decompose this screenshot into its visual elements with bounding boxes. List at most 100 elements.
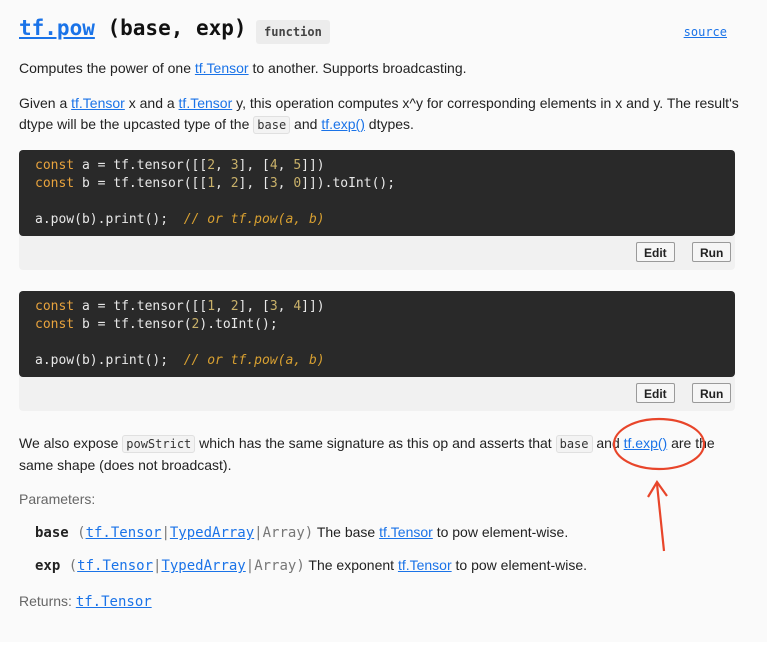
- code-token: ], [: [238, 299, 270, 314]
- code-token: 2: [207, 158, 216, 173]
- text: and: [592, 435, 624, 451]
- code-editor[interactable]: const a = tf.tensor([[2, 3], [4, 5]]) co…: [19, 150, 735, 236]
- param-desc: to pow element-wise.: [432, 524, 569, 540]
- code-example: const a = tf.tensor([[2, 3], [4, 5]]) co…: [19, 150, 735, 270]
- tensor-link[interactable]: tf.Tensor: [379, 524, 433, 540]
- param-desc: The base: [313, 524, 380, 540]
- code-token: a.pow(b).print();: [35, 353, 184, 368]
- code-token: const: [35, 299, 75, 314]
- function-title: tf.pow (base, exp): [19, 16, 247, 40]
- param-desc: The exponent: [304, 557, 398, 573]
- type-name: Array: [262, 525, 305, 541]
- code-token: ,: [277, 176, 294, 191]
- code-token: b = tf.tensor(: [74, 317, 192, 332]
- param-desc: to pow element-wise.: [451, 557, 588, 573]
- code-actions: Edit Run: [19, 236, 735, 270]
- tensor-link[interactable]: tf.Tensor: [179, 95, 233, 111]
- text: We also expose: [19, 435, 123, 451]
- type-link[interactable]: tf.Tensor: [77, 558, 153, 574]
- doc-page: tf.pow (base, exp) function source Compu…: [0, 0, 767, 642]
- text: which has the same signature as this op …: [195, 435, 556, 451]
- tensor-link[interactable]: tf.Tensor: [71, 95, 125, 111]
- code-token: 0: [293, 176, 302, 191]
- code-token: ], [: [238, 176, 270, 191]
- code-token: ,: [277, 299, 294, 314]
- code-editor[interactable]: const a = tf.tensor([[1, 2], [3, 4]]) co…: [19, 291, 735, 377]
- text: to another. Supports broadcasting.: [248, 60, 467, 76]
- text: Given a: [19, 95, 72, 111]
- type-link[interactable]: tf.Tensor: [86, 525, 162, 541]
- code-token: 3: [230, 158, 239, 173]
- function-header: tf.pow (base, exp) function source: [19, 16, 735, 46]
- exp-link[interactable]: tf.exp(): [624, 435, 668, 451]
- tensor-link[interactable]: tf.Tensor: [398, 557, 452, 573]
- returns-label: Returns:: [19, 593, 76, 609]
- detail-paragraph: Given a tf.Tensor x and a tf.Tensor y, t…: [19, 93, 744, 136]
- type-link[interactable]: TypedArray: [170, 525, 254, 541]
- type-name: Array: [254, 558, 297, 574]
- code-token: ,: [277, 158, 294, 173]
- return-type-link[interactable]: tf.Tensor: [76, 594, 152, 610]
- edit-button[interactable]: Edit: [636, 383, 675, 403]
- type-punct: |: [254, 525, 263, 541]
- code-token: ], [: [238, 158, 270, 173]
- code-comment: // or tf.pow(a, b): [183, 212, 325, 227]
- code-token: const: [35, 317, 75, 332]
- description-paragraph: Computes the power of one tf.Tensor to a…: [19, 58, 744, 79]
- code-token: 2: [230, 299, 239, 314]
- source-link[interactable]: source: [684, 25, 727, 39]
- parameter-row: exp (tf.Tensor|TypedArray|Array) The exp…: [35, 555, 735, 577]
- code-actions: Edit Run: [19, 377, 735, 411]
- type-punct: ): [304, 525, 314, 541]
- tensor-link[interactable]: tf.Tensor: [195, 60, 249, 76]
- text: and: [290, 116, 322, 132]
- run-button[interactable]: Run: [692, 242, 732, 262]
- code-token: ,: [215, 158, 231, 173]
- code-token: 2: [230, 176, 239, 191]
- function-signature: (base, exp): [94, 16, 247, 40]
- code-token: ]]): [301, 158, 325, 173]
- inline-code: base: [555, 435, 593, 453]
- parameters-heading: Parameters:: [19, 491, 96, 507]
- code-token: ,: [215, 176, 231, 191]
- exp-link[interactable]: tf.exp(): [321, 116, 365, 132]
- code-token: ]]).toInt();: [301, 176, 396, 191]
- code-token: a = tf.tensor([[: [74, 158, 208, 173]
- type-punct: |: [161, 525, 170, 541]
- code-token: const: [35, 176, 75, 191]
- type-punct: ): [296, 558, 305, 574]
- returns-row: Returns: tf.Tensor: [19, 593, 152, 610]
- inline-code: base: [253, 116, 291, 134]
- parameter-row: base (tf.Tensor|TypedArray|Array) The ba…: [35, 522, 735, 544]
- code-token: 4: [269, 158, 278, 173]
- code-token: ]]): [301, 299, 325, 314]
- run-button[interactable]: Run: [692, 383, 732, 403]
- code-token: a.pow(b).print();: [35, 212, 184, 227]
- code-token: 1: [207, 176, 216, 191]
- text: dtypes.: [364, 116, 414, 132]
- code-token: ).toInt();: [199, 317, 278, 332]
- code-token: 1: [207, 299, 216, 314]
- code-token: ,: [215, 299, 231, 314]
- type-punct: (: [60, 558, 78, 574]
- type-link[interactable]: TypedArray: [161, 558, 245, 574]
- code-example: const a = tf.tensor([[1, 2], [3, 4]]) co…: [19, 291, 735, 411]
- param-name: base: [35, 525, 69, 541]
- code-token: b = tf.tensor([[: [74, 176, 208, 191]
- code-token: 3: [269, 299, 278, 314]
- edit-button[interactable]: Edit: [636, 242, 675, 262]
- function-name-link[interactable]: tf.pow: [19, 16, 95, 40]
- code-comment: // or tf.pow(a, b): [183, 353, 325, 368]
- function-badge: function: [256, 20, 330, 44]
- type-punct: |: [245, 558, 255, 574]
- inline-code: powStrict: [122, 435, 196, 453]
- code-token: a = tf.tensor([[: [74, 299, 208, 314]
- strict-paragraph: We also expose powStrict which has the s…: [19, 433, 744, 476]
- type-punct: (: [68, 525, 86, 541]
- code-token: 3: [269, 176, 278, 191]
- code-token: 5: [293, 158, 302, 173]
- text: Computes the power of one: [19, 60, 195, 76]
- param-name: exp: [35, 558, 61, 574]
- code-token: const: [35, 158, 75, 173]
- text: x and a: [124, 95, 179, 111]
